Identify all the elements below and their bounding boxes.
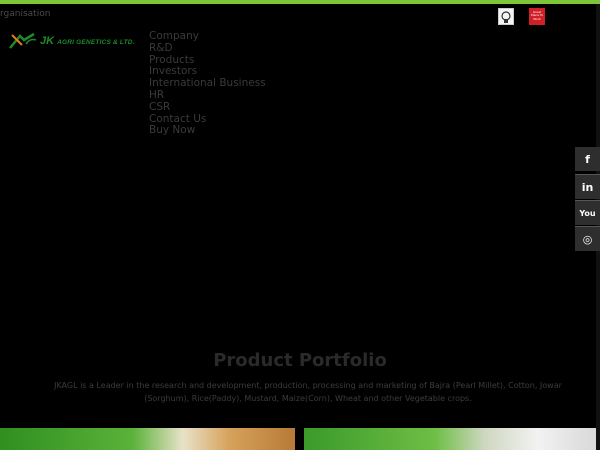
certification-badge[interactable] <box>498 8 514 25</box>
instagram-link[interactable]: ◎ <box>575 226 600 251</box>
logo-text: JK AGRI GENETICS & LTD. <box>40 35 135 47</box>
organisation-label: rganisation <box>0 9 51 19</box>
instagram-icon: ◎ <box>582 232 593 246</box>
top-accent-bar <box>0 0 600 4</box>
nav-item-hr[interactable]: HR <box>149 89 266 102</box>
nav-item-rd[interactable]: R&D <box>149 42 266 55</box>
facebook-icon: f <box>585 152 590 166</box>
logo-company-name: AGRI GENETICS & LTD. <box>57 39 135 46</box>
logo-mark-icon <box>9 32 37 49</box>
facebook-link[interactable]: f <box>575 147 600 171</box>
logo-brand: JK <box>40 35 55 47</box>
portfolio-title: Product Portfolio <box>213 350 387 371</box>
portfolio-description: JKAGL is a Leader in the research and de… <box>54 381 562 403</box>
main-navigation: Company R&D Products Investors Internati… <box>149 30 266 137</box>
nav-item-buy-now[interactable]: Buy Now <box>149 125 266 137</box>
youtube-link[interactable]: You <box>575 200 600 225</box>
great-place-to-work-badge[interactable]: Great Place To Work <box>529 8 545 25</box>
linkedin-icon: in <box>581 180 594 194</box>
product-tile-image[interactable] <box>304 428 596 450</box>
gptw-badge-text: Great Place To Work <box>530 10 544 21</box>
product-tile-image[interactable] <box>0 428 295 450</box>
nav-item-international-business[interactable]: International Business <box>149 77 266 90</box>
certification-seal-icon <box>501 11 511 23</box>
company-logo[interactable]: JK AGRI GENETICS & LTD. <box>8 31 135 51</box>
youtube-icon: You <box>579 208 596 218</box>
linkedin-link[interactable]: in <box>575 174 600 199</box>
nav-item-csr[interactable]: CSR <box>149 101 266 114</box>
